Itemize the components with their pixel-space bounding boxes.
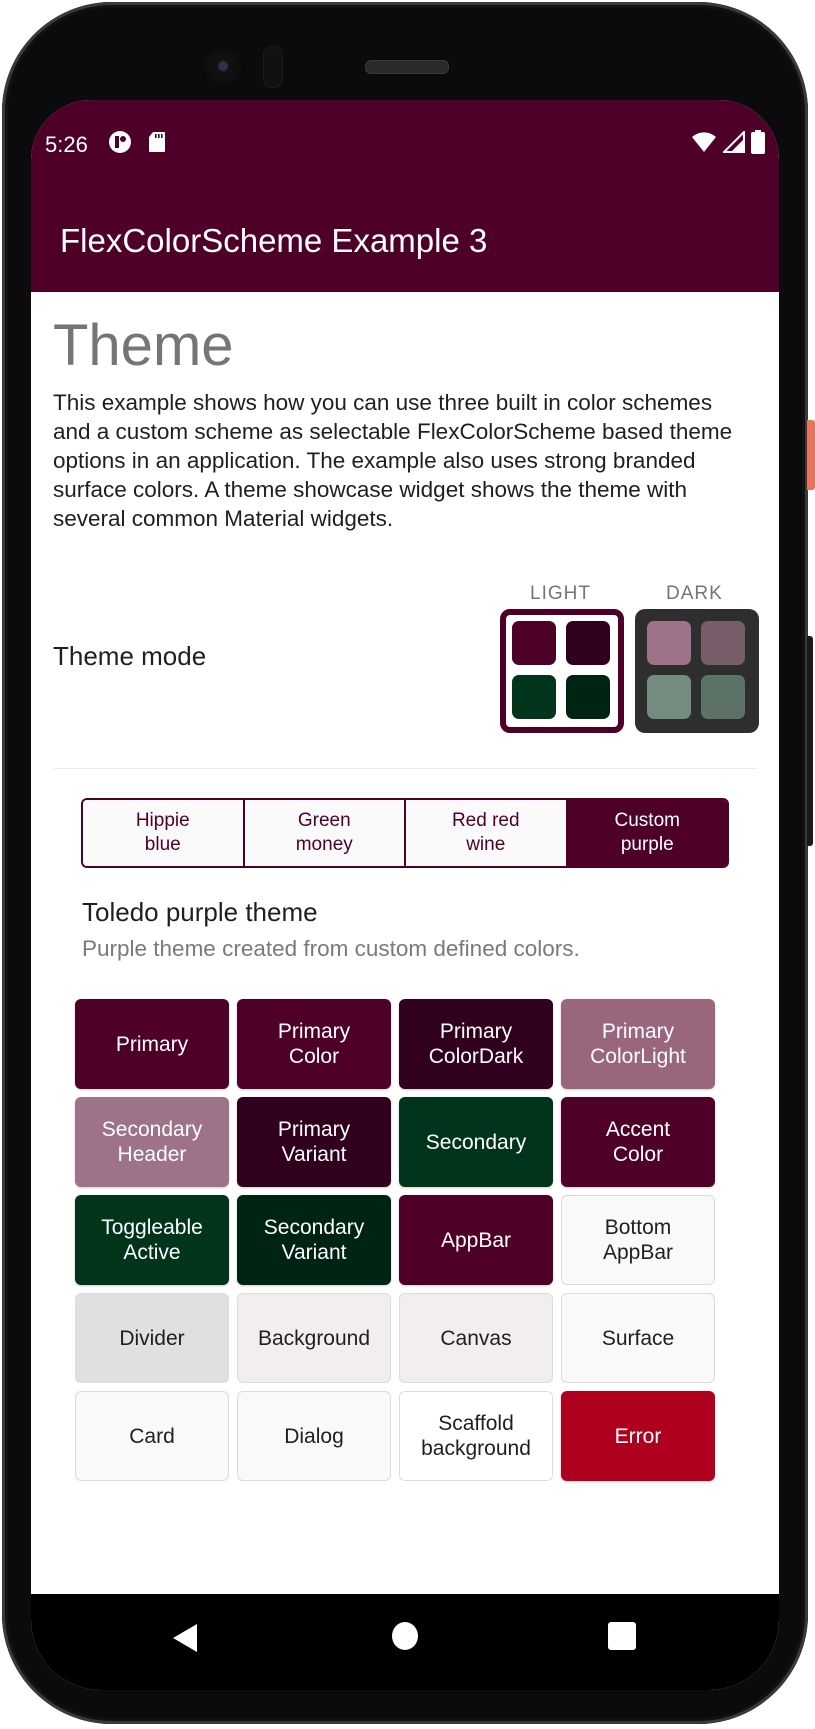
color-cell: Secondary bbox=[399, 1097, 553, 1187]
light-swatch-secondary bbox=[512, 675, 556, 719]
scheme-name: Toledo purple theme bbox=[82, 897, 318, 927]
theme-description: This example shows how you can use three… bbox=[53, 390, 733, 531]
color-cell: Background bbox=[237, 1293, 391, 1383]
light-swatch-primary-variant bbox=[566, 621, 610, 665]
scheme-colors-grid: Primary Primary Color Primary ColorDark Pri… bbox=[75, 999, 727, 1481]
scheme-option-green-money[interactable]: Green money bbox=[244, 800, 406, 866]
earpiece-speaker bbox=[365, 60, 449, 74]
scheme-option-red-red-wine[interactable]: Red red wine bbox=[406, 800, 568, 866]
sd-card-icon bbox=[148, 131, 166, 159]
color-cell-label: Secondary Variant bbox=[263, 1216, 365, 1264]
theme-heading: Theme bbox=[53, 313, 234, 378]
screen: 5:26 FlexColorScheme Example 3 Theme Thi… bbox=[31, 100, 779, 1690]
data-saver-icon bbox=[108, 130, 132, 160]
color-cell-label: AppBar bbox=[440, 1228, 512, 1252]
color-cell-label: Error bbox=[614, 1424, 662, 1448]
color-cell: Primary Color bbox=[237, 999, 391, 1089]
back-icon[interactable] bbox=[173, 1624, 197, 1652]
color-cell-label: Primary ColorDark bbox=[428, 1020, 524, 1068]
app-bar-title: FlexColorScheme Example 3 bbox=[60, 222, 488, 259]
scheme-toggle-buttons: Hippie blue Green money Red red wine Cus… bbox=[81, 798, 729, 868]
color-cell-label: Primary bbox=[115, 1032, 189, 1056]
scheme-option-hippie-blue[interactable]: Hippie blue bbox=[83, 800, 245, 866]
color-cell-label: Primary Color bbox=[277, 1020, 351, 1068]
light-mode-toggle[interactable] bbox=[500, 609, 624, 733]
color-cell-label: Canvas bbox=[440, 1326, 512, 1350]
color-cell-label: Toggleable Active bbox=[101, 1216, 203, 1264]
scheme-description: Purple theme created from custom defined… bbox=[82, 936, 580, 961]
home-icon[interactable] bbox=[392, 1622, 418, 1650]
scheme-option-label: Red red wine bbox=[451, 810, 520, 855]
color-cell: Secondary Variant bbox=[237, 1195, 391, 1285]
scheme-option-custom-purple[interactable]: Custom purple bbox=[567, 800, 727, 866]
dark-swatch-primary bbox=[647, 621, 691, 665]
status-time: 5:26 bbox=[45, 132, 88, 157]
color-cell-label: Primary ColorLight bbox=[590, 1020, 686, 1068]
color-cell-label: Primary Variant bbox=[277, 1118, 351, 1166]
color-cell: Primary Variant bbox=[237, 1097, 391, 1187]
color-cell-label: Secondary bbox=[425, 1130, 527, 1154]
color-cell-label: Scaffold background bbox=[421, 1412, 531, 1460]
color-cell: Bottom AppBar bbox=[561, 1195, 715, 1285]
color-cell-label: Background bbox=[257, 1326, 371, 1350]
color-cell: Canvas bbox=[399, 1293, 553, 1383]
app-bar: 5:26 FlexColorScheme Example 3 bbox=[31, 100, 779, 292]
color-cell: Toggleable Active bbox=[75, 1195, 229, 1285]
recents-icon[interactable] bbox=[608, 1622, 636, 1650]
color-cell-label: Secondary Header bbox=[101, 1118, 203, 1166]
color-cell: Surface bbox=[561, 1293, 715, 1383]
light-swatch-secondary-variant bbox=[566, 675, 610, 719]
color-cell: Divider bbox=[75, 1293, 229, 1383]
dark-swatch-secondary bbox=[647, 675, 691, 719]
color-cell-label: Accent Color bbox=[605, 1118, 671, 1166]
power-button bbox=[807, 420, 815, 490]
dark-mode-toggle[interactable] bbox=[635, 609, 759, 733]
color-cell: Card bbox=[75, 1391, 229, 1481]
volume-rocker bbox=[807, 636, 813, 846]
color-cell-label: Card bbox=[129, 1424, 175, 1448]
battery-icon bbox=[751, 130, 765, 160]
color-cell-label: Bottom AppBar bbox=[602, 1216, 674, 1264]
color-cell-label: Dialog bbox=[284, 1424, 344, 1448]
proximity-sensor bbox=[263, 46, 283, 88]
dark-mode-label: DARK bbox=[666, 583, 723, 604]
color-cell-label: Surface bbox=[601, 1326, 675, 1350]
color-cell: Accent Color bbox=[561, 1097, 715, 1187]
color-cell: Primary ColorLight bbox=[561, 999, 715, 1089]
divider bbox=[53, 768, 757, 769]
dark-swatch-primary-variant bbox=[701, 621, 745, 665]
color-cell: Secondary Header bbox=[75, 1097, 229, 1187]
color-cell: AppBar bbox=[399, 1195, 553, 1285]
wifi-icon bbox=[691, 131, 717, 159]
dark-swatch-secondary-variant bbox=[701, 675, 745, 719]
color-cell: Dialog bbox=[237, 1391, 391, 1481]
color-cell-label: Divider bbox=[119, 1326, 185, 1350]
front-camera bbox=[205, 48, 241, 84]
color-cell: Scaffold background bbox=[399, 1391, 553, 1481]
color-cell: Primary bbox=[75, 999, 229, 1089]
scheme-option-label: Hippie blue bbox=[135, 810, 190, 855]
system-nav-bar bbox=[31, 1594, 779, 1690]
color-cell: Primary ColorDark bbox=[399, 999, 553, 1089]
light-swatch-primary bbox=[512, 621, 556, 665]
theme-mode-label: Theme mode bbox=[53, 641, 207, 671]
light-mode-label: LIGHT bbox=[530, 583, 591, 604]
scheme-option-label: Custom purple bbox=[614, 810, 680, 855]
status-bar: 5:26 bbox=[45, 129, 765, 160]
color-cell: Error bbox=[561, 1391, 715, 1481]
signal-icon bbox=[721, 129, 745, 159]
scheme-option-label: Green money bbox=[295, 810, 353, 855]
